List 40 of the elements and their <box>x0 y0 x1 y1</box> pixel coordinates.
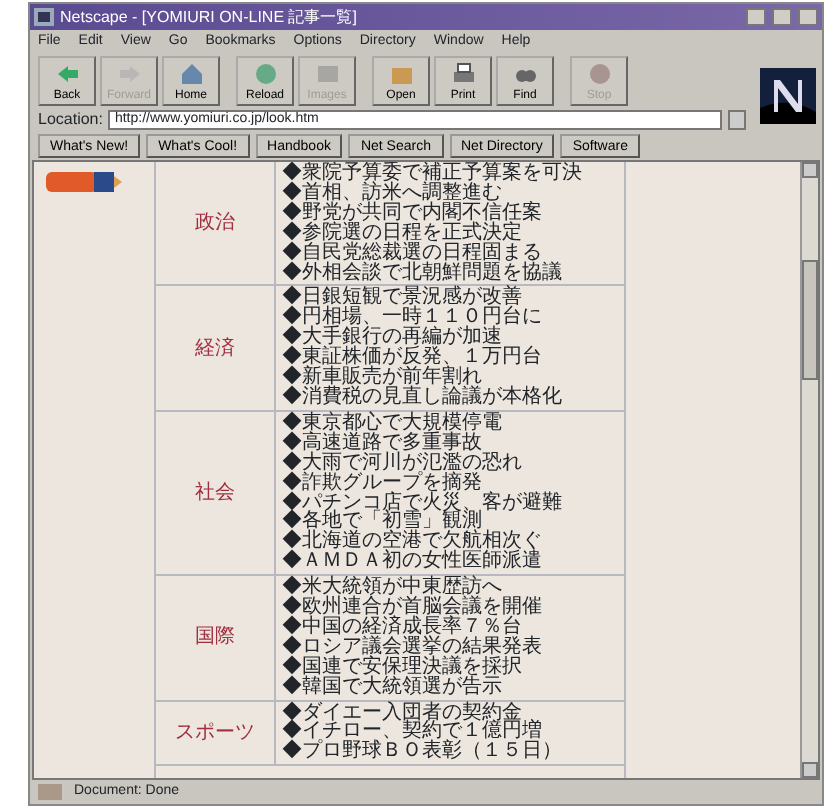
key-icon <box>38 784 62 800</box>
left-arrow-icon <box>55 61 79 85</box>
headline-link[interactable]: ◆野党が共同で内閣不信任案 <box>282 203 542 224</box>
category-label: 政治 <box>195 210 235 239</box>
headline-link[interactable]: ◆詐欺グループを摘発 <box>282 473 482 493</box>
printer-icon <box>451 61 475 85</box>
category-label: 経済 <box>195 335 235 364</box>
headline-link[interactable]: ◆自民党総裁選の日程固まる <box>282 243 542 264</box>
dropdown-button[interactable] <box>728 110 746 130</box>
headline-link[interactable]: ◆欧州連合が首脳会議を開催 <box>282 598 542 618</box>
headline-link[interactable]: ◆ＡＭＤＡ初の女性医師派遣 <box>282 552 542 573</box>
headline-link[interactable]: ◆参院選の日程を正式決定 <box>282 223 522 244</box>
window-title: Netscape - [YOMIURI ON-LINE 記事一覧] <box>60 5 357 29</box>
headline-link[interactable]: ◆韓国で大統領選が告示 <box>282 677 502 698</box>
headline-link[interactable]: ◆首相、訪米へ調整進む <box>282 183 502 204</box>
headline-link[interactable]: ◆消費税の見直し論議が本格化 <box>282 387 562 408</box>
headline-link[interactable]: ◆外相会談で北朝鮮問題を協議 <box>282 263 562 283</box>
right-arrow-icon <box>117 61 141 85</box>
headline-link[interactable]: ◆ダイエー入団者の契約金 <box>282 703 522 723</box>
headline-link[interactable]: ◆ロシア議会選挙の結果発表 <box>282 637 542 658</box>
headline-link[interactable]: ◆新車販売が前年割れ <box>282 368 482 388</box>
category-label: スポーツ <box>175 719 255 748</box>
logo-icon <box>760 68 816 124</box>
category-label: 国際 <box>195 624 235 653</box>
badge-icon <box>46 171 122 192</box>
headline-link[interactable]: ◆大雨で河川が氾濫の恐れ <box>282 453 522 474</box>
scrollbar[interactable] <box>800 162 818 778</box>
headline-link[interactable]: ◆プロ野球ＢＯ表彰（１５日） <box>282 742 562 763</box>
location-label: Location: <box>38 108 103 132</box>
category-label: 社会 <box>195 479 235 508</box>
app-icon <box>34 8 54 26</box>
headline-link[interactable]: ◆国連で安保理決議を採択 <box>282 657 522 678</box>
house-icon <box>179 61 203 85</box>
picture-icon <box>315 61 339 85</box>
headline-link[interactable]: ◆高速道路で多重事故 <box>282 433 482 454</box>
maximize-button[interactable] <box>772 8 792 26</box>
headline-link[interactable]: ◆中国の経済成長率７％台 <box>282 617 522 638</box>
close-button[interactable] <box>798 8 818 26</box>
headline-link[interactable]: ◆東京都心で大規模停電 <box>282 413 502 434</box>
minimize-button[interactable] <box>746 8 766 26</box>
